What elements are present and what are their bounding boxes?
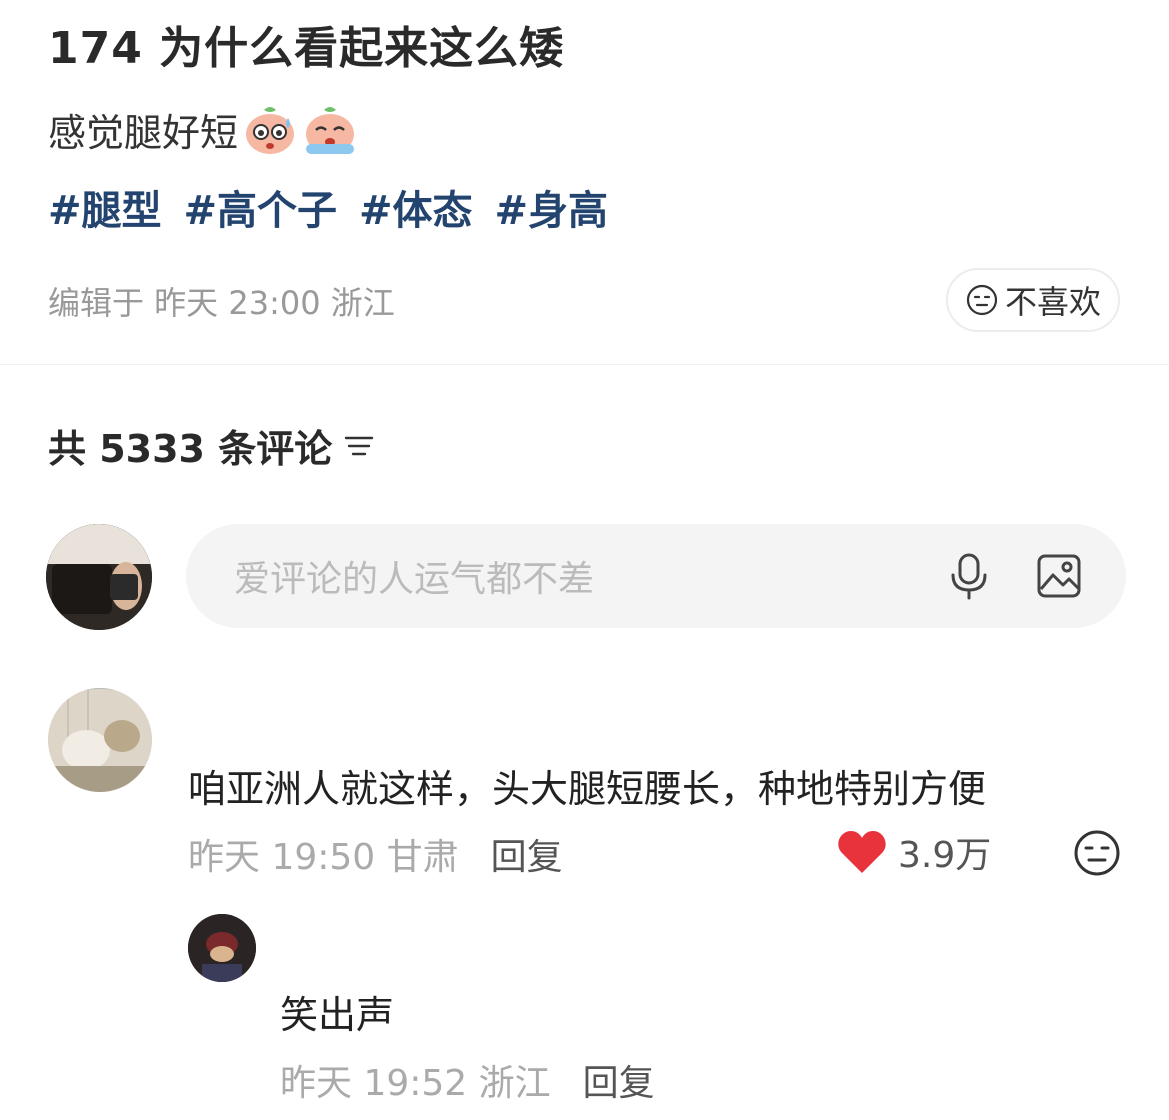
post-body-text: 感觉腿好短 — [48, 111, 239, 155]
comment-count-label: 共 5333 条评论 — [48, 427, 333, 471]
sort-icon[interactable] — [344, 434, 374, 458]
dislike-face-icon[interactable] — [1072, 828, 1122, 878]
post-body: 感觉腿好短 — [48, 102, 358, 157]
tag-link[interactable]: #体态 — [359, 178, 473, 236]
post-title: 174 为什么看起来这么矮 — [48, 23, 565, 74]
hamster-photo-image — [48, 688, 152, 792]
comment-text: 咱亚洲人就这样，头大腿短腰长，种地特别方便 — [188, 767, 987, 811]
tag-list: #腿型 #高个子 #体态 #身高 — [48, 178, 608, 236]
reply-time-location: 昨天 19:52 浙江 — [280, 1063, 551, 1104]
tag-link[interactable]: #腿型 — [48, 178, 162, 236]
dislike-button[interactable]: 不喜欢 — [946, 268, 1120, 332]
like-count: 3.9万 — [898, 835, 992, 876]
comment-meta: 昨天 19:50 甘肃 回复 — [188, 828, 563, 880]
emoji-group — [242, 104, 358, 156]
reply-button[interactable]: 回复 — [583, 1054, 655, 1106]
commenter-avatar[interactable] — [48, 688, 152, 792]
comment-input-placeholder: 爱评论的人运气都不差 — [234, 559, 595, 600]
image-icon[interactable] — [1036, 551, 1082, 601]
divider — [0, 364, 1169, 365]
post-detail-page: 174 为什么看起来这么矮 感觉腿好短 #腿型 #高个子 #体态 #身高 编辑于… — [0, 0, 1169, 1120]
current-user-avatar[interactable] — [46, 524, 152, 630]
like-button[interactable]: 3.9万 — [836, 826, 991, 878]
reply-avatar[interactable] — [188, 914, 256, 982]
heart-icon — [838, 831, 886, 873]
tag-link[interactable]: #身高 — [495, 178, 609, 236]
reply-meta: 昨天 19:52 浙江 回复 — [280, 1054, 655, 1106]
microphone-icon[interactable] — [946, 551, 992, 601]
character-photo-image — [188, 914, 256, 982]
sweat-face-emoji — [246, 106, 295, 154]
reply-button[interactable]: 回复 — [491, 828, 563, 880]
post-meta: 编辑于 昨天 23:00 浙江 — [48, 284, 395, 322]
tag-link[interactable]: #高个子 — [184, 178, 338, 236]
neutral-face-icon — [966, 284, 998, 316]
comment-time-location: 昨天 19:50 甘肃 — [188, 837, 459, 878]
comment-count-header: 共 5333 条评论 — [48, 418, 374, 473]
user-photo-image — [46, 524, 152, 630]
comment-input[interactable]: 爱评论的人运气都不差 — [186, 524, 1126, 628]
reply-text: 笑出声 — [280, 993, 395, 1037]
dislike-label: 不喜欢 — [1004, 283, 1101, 321]
crying-face-emoji — [306, 106, 355, 154]
